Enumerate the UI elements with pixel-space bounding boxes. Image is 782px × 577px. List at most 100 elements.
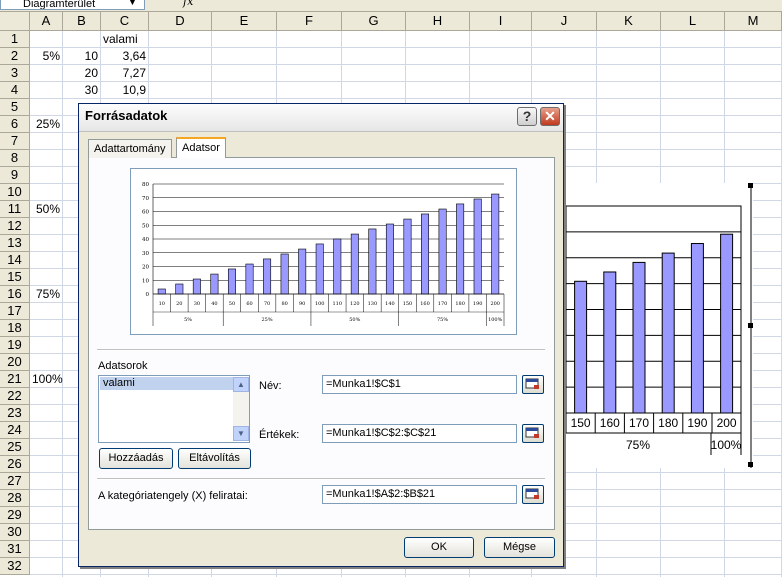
row-header-13[interactable]: 13 <box>0 235 30 252</box>
y-tick-label: 40 <box>142 237 149 243</box>
collapse-dialog-icon[interactable] <box>522 485 544 504</box>
row-header-1[interactable]: 1 <box>0 31 30 48</box>
row-header-25[interactable]: 25 <box>0 439 30 456</box>
name-field[interactable]: =Munka1!$C$1 <box>322 375 517 394</box>
column-header-l[interactable]: L <box>661 12 725 31</box>
bar <box>175 283 184 295</box>
remove-series-button[interactable]: Eltávolítás <box>178 448 251 469</box>
formula-bar: Diagramterület ▼ fx <box>0 0 782 12</box>
row-header-17[interactable]: 17 <box>0 303 30 320</box>
cell-a21[interactable]: 100% <box>32 371 63 388</box>
cell-b3[interactable]: 20 <box>65 65 98 82</box>
separator <box>97 349 545 351</box>
selection-handle[interactable] <box>748 462 753 467</box>
cell-b2[interactable]: 10 <box>65 48 98 65</box>
row-header-22[interactable]: 22 <box>0 388 30 405</box>
row-header-20[interactable]: 20 <box>0 354 30 371</box>
x-tick-label: 170 <box>438 301 448 307</box>
help-button[interactable]: ? <box>517 107 537 126</box>
column-header-m[interactable]: M <box>725 12 782 31</box>
row-header-19[interactable]: 19 <box>0 337 30 354</box>
selection-handle[interactable] <box>748 183 753 188</box>
row-header-7[interactable]: 7 <box>0 133 30 150</box>
column-header-j[interactable]: J <box>532 12 597 31</box>
close-button[interactable]: ✕ <box>540 107 560 126</box>
cell-c1[interactable]: valami <box>103 31 146 48</box>
row-header-16[interactable]: 16 <box>0 286 30 303</box>
cell-c3[interactable]: 7,27 <box>103 65 146 82</box>
ok-button[interactable]: OK <box>404 537 474 558</box>
cancel-button[interactable]: Mégse <box>484 537 555 558</box>
row-header-27[interactable]: 27 <box>0 473 30 490</box>
select-all-corner[interactable] <box>0 12 30 31</box>
row-header-31[interactable]: 31 <box>0 541 30 558</box>
row-header-12[interactable]: 12 <box>0 218 30 235</box>
row-header-9[interactable]: 9 <box>0 167 30 184</box>
row-header-10[interactable]: 10 <box>0 184 30 201</box>
column-header-d[interactable]: D <box>149 12 212 31</box>
column-header-c[interactable]: C <box>101 12 149 31</box>
row-header-24[interactable]: 24 <box>0 422 30 439</box>
column-header-g[interactable]: G <box>342 12 406 31</box>
column-header-k[interactable]: K <box>597 12 661 31</box>
row-header-23[interactable]: 23 <box>0 405 30 422</box>
cell-b4[interactable]: 30 <box>65 82 98 99</box>
y-tick-label: 0 <box>146 292 150 298</box>
scroll-up-icon[interactable]: ▲ <box>233 377 249 392</box>
column-header-b[interactable]: B <box>63 12 101 31</box>
collapse-dialog-icon[interactable] <box>522 375 544 394</box>
category-labels-field[interactable]: =Munka1!$A$2:$B$21 <box>322 485 517 504</box>
column-header-a[interactable]: A <box>30 12 63 31</box>
function-icon[interactable]: fx <box>183 0 193 8</box>
x-tick-label: 140 <box>385 301 395 307</box>
tab-series[interactable]: Adatsor <box>176 137 226 158</box>
bar <box>245 263 254 295</box>
sheet-chart[interactable]: 150 160 170 180 190 200 75% 100% <box>565 183 753 468</box>
row-header-4[interactable]: 4 <box>0 82 30 99</box>
collapse-dialog-icon[interactable] <box>522 424 544 443</box>
scrollbar[interactable]: ▲ ▼ <box>233 377 249 441</box>
bar <box>350 233 359 295</box>
row-header-15[interactable]: 15 <box>0 269 30 286</box>
row-header-29[interactable]: 29 <box>0 507 30 524</box>
row-header-21[interactable]: 21 <box>0 371 30 388</box>
bar <box>720 233 734 414</box>
chevron-down-icon[interactable]: ▼ <box>128 0 137 7</box>
column-header-i[interactable]: I <box>470 12 532 31</box>
row-header-14[interactable]: 14 <box>0 252 30 269</box>
selection-handle[interactable] <box>748 323 753 328</box>
row-header-3[interactable]: 3 <box>0 65 30 82</box>
row-header-8[interactable]: 8 <box>0 150 30 167</box>
list-item[interactable]: valami <box>100 377 233 390</box>
row-header-28[interactable]: 28 <box>0 490 30 507</box>
row-header-26[interactable]: 26 <box>0 456 30 473</box>
tab-data-range[interactable]: Adattartomány <box>88 139 172 158</box>
dialog-titlebar[interactable]: Forrásadatok ? ✕ <box>79 104 563 132</box>
cell-a16[interactable]: 75% <box>32 286 60 303</box>
row-header-32[interactable]: 32 <box>0 558 30 575</box>
name-box[interactable]: Diagramterület <box>0 0 145 10</box>
add-series-button[interactable]: Hozzáadás <box>99 448 173 469</box>
row-header-6[interactable]: 6 <box>0 116 30 133</box>
column-header-e[interactable]: E <box>212 12 277 31</box>
values-field[interactable]: =Munka1!$C$2:$C$21 <box>322 424 517 443</box>
source-data-dialog: Forrásadatok ? ✕ Adattartomány Adatsor 0… <box>78 103 564 567</box>
series-listbox[interactable]: valami ▲ ▼ <box>98 375 250 443</box>
row-header-30[interactable]: 30 <box>0 524 30 541</box>
row-header-5[interactable]: 5 <box>0 99 30 116</box>
x-tick-label: 90 <box>299 301 305 307</box>
x-tick-label: 190 <box>473 301 483 307</box>
row-header-2[interactable]: 2 <box>0 48 30 65</box>
column-header-h[interactable]: H <box>406 12 470 31</box>
cell-a2[interactable]: 5% <box>32 48 60 65</box>
row-header-11[interactable]: 11 <box>0 201 30 218</box>
x-tick-label: 70 <box>264 301 270 307</box>
scroll-down-icon[interactable]: ▼ <box>233 426 249 441</box>
cell-a6[interactable]: 25% <box>32 116 60 133</box>
cell-c2[interactable]: 3,64 <box>103 48 146 65</box>
row-header-18[interactable]: 18 <box>0 320 30 337</box>
y-tick-label: 80 <box>142 182 149 188</box>
cell-c4[interactable]: 10,9 <box>103 82 146 99</box>
cell-a11[interactable]: 50% <box>32 201 60 218</box>
column-header-f[interactable]: F <box>277 12 342 31</box>
